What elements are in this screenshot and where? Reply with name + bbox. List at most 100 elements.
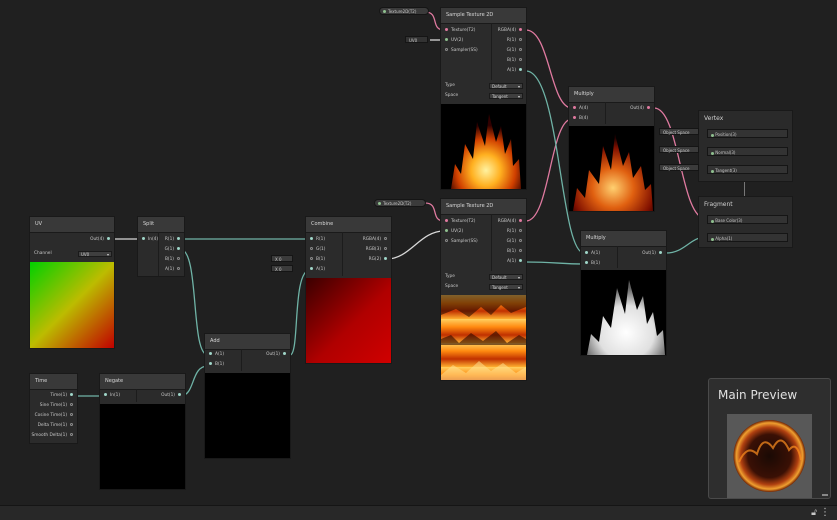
combine-in-r[interactable]: R(1) — [310, 236, 325, 244]
sample-texture-node-1[interactable]: Sample Texture 2D Texture(T2) UV(2) Samp… — [440, 7, 527, 190]
split-out-a[interactable]: A(1) — [165, 266, 180, 274]
main-preview-panel[interactable]: Main Preview — [708, 378, 831, 499]
port-dot[interactable] — [142, 237, 145, 240]
space-dropdown[interactable]: Tangent — [489, 93, 523, 100]
space-dropdown[interactable]: Tangent — [489, 284, 523, 291]
smooth-delta-out[interactable]: Smooth Delta(1) — [32, 432, 73, 440]
split-node[interactable]: Split In(4) R(1) G(1) B(1) A(1) — [137, 216, 185, 277]
sample-texture-node-2[interactable]: Sample Texture 2D Texture(T2) UV(2) Samp… — [440, 198, 527, 381]
fire-texture-preview — [441, 104, 526, 189]
space-label: Space — [445, 284, 459, 289]
multiply-out[interactable]: Out(4) — [630, 105, 650, 113]
multiply-node-2[interactable]: Multiply A(1) B(1) Out(1) — [580, 230, 667, 356]
combine-in-b[interactable]: B(1) — [310, 256, 325, 264]
combine-a-field[interactable]: X 0 — [271, 265, 293, 272]
tangent-space-chip[interactable]: Object Space — [659, 164, 699, 171]
time-out[interactable]: Time(1) — [50, 392, 73, 400]
multiply-in-b[interactable]: B(4) — [573, 115, 588, 123]
position-space-chip[interactable]: Object Space — [659, 128, 699, 135]
rgba-out[interactable]: RGBA(4) — [498, 27, 522, 35]
time-node[interactable]: Time Time(1) Sine Time(1) Cosine Time(1)… — [29, 373, 78, 444]
sine-time-out[interactable]: Sine Time(1) — [40, 402, 73, 410]
fire-tiled-image — [441, 295, 526, 380]
space-label: Space — [445, 93, 459, 98]
g-out[interactable]: G(1) — [507, 238, 522, 246]
r-out[interactable]: R(1) — [507, 228, 522, 236]
multiply-in-a[interactable]: A(1) — [585, 250, 600, 258]
normal-space-chip[interactable]: Object Space — [659, 146, 699, 153]
rgba-out[interactable]: RGBA(4) — [498, 218, 522, 226]
uv-in[interactable]: UV(2) — [445, 37, 463, 45]
texture-in[interactable]: Texture(T2) — [445, 27, 475, 35]
sampler-in[interactable]: Sampler(SS) — [445, 47, 478, 55]
lock-icon[interactable]: 🔓︎ — [811, 508, 817, 518]
fragment-context[interactable]: Fragment Base Color(3) Alpha(1) — [698, 196, 793, 248]
type-label: Type — [445, 274, 455, 279]
main-preview-viewport[interactable] — [727, 414, 812, 498]
b-out[interactable]: B(1) — [507, 57, 522, 65]
type-dropdown[interactable]: Default — [489, 83, 523, 90]
graph-canvas[interactable]: UV Out(4) Channel UV0 Split In(4) R(1) G… — [0, 0, 837, 505]
wire — [525, 29, 573, 109]
fire-tiled-preview — [441, 295, 526, 380]
more-options-icon[interactable]: ⋮ — [820, 507, 830, 518]
node-title: Add — [205, 334, 290, 350]
wire — [525, 118, 573, 222]
combine-in-a[interactable]: A(1) — [310, 266, 325, 274]
add-in-b[interactable]: B(1) — [209, 361, 224, 369]
texture-property-b[interactable]: Texture2D(T2) — [374, 199, 426, 207]
alpha-block[interactable]: Alpha(1) — [707, 233, 788, 242]
multiply-in-a[interactable]: A(4) — [573, 105, 588, 113]
vertex-tangent-block[interactable]: Tangent(3) — [707, 165, 788, 174]
texture-in[interactable]: Texture(T2) — [445, 218, 475, 226]
multiply-node-1[interactable]: Multiply A(4) B(4) Out(4) — [568, 86, 655, 212]
vertex-context[interactable]: Vertex Position(3) Normal(3) Tangent(3) — [698, 110, 793, 182]
a-out[interactable]: A(1) — [507, 258, 522, 266]
negate-in[interactable]: In(1) — [104, 392, 120, 400]
alpha-mask-image — [587, 280, 665, 355]
add-node[interactable]: Add A(1) B(1) Out(1) — [204, 333, 291, 459]
node-title: Time — [30, 374, 77, 390]
b-out[interactable]: B(1) — [507, 248, 522, 256]
sampler-in[interactable]: Sampler(SS) — [445, 238, 478, 246]
base-color-block[interactable]: Base Color(3) — [707, 215, 788, 224]
delta-time-out[interactable]: Delta Time(1) — [38, 422, 73, 430]
add-in-a[interactable]: A(1) — [209, 351, 224, 359]
port-dot[interactable] — [107, 237, 110, 240]
r-out[interactable]: R(1) — [507, 37, 522, 45]
vertex-normal-block[interactable]: Normal(3) — [707, 147, 788, 156]
channel-dropdown[interactable]: UV0 — [78, 251, 112, 258]
multiply-out[interactable]: Out(1) — [642, 250, 662, 258]
uv-out-port[interactable]: Out(4) — [90, 236, 110, 244]
vertex-position-block[interactable]: Position(3) — [707, 129, 788, 138]
negate-node[interactable]: Negate In(1) Out(1) — [99, 373, 186, 490]
multiply-in-b[interactable]: B(1) — [585, 260, 600, 268]
a-out[interactable]: A(1) — [507, 67, 522, 75]
uv-node[interactable]: UV Out(4) Channel UV0 — [29, 216, 115, 349]
combine-b-field[interactable]: X 0 — [271, 255, 293, 262]
combine-in-g[interactable]: G(1) — [310, 246, 325, 254]
alpha-mask-preview — [581, 270, 666, 355]
split-out-b[interactable]: B(1) — [165, 256, 180, 264]
combine-out-rgb[interactable]: RGB(3) — [366, 246, 387, 254]
split-out-r[interactable]: R(1) — [165, 236, 180, 244]
combine-out-rg[interactable]: RG(2) — [369, 256, 387, 264]
negate-out[interactable]: Out(1) — [161, 392, 181, 400]
uv-in[interactable]: UV(2) — [445, 228, 463, 236]
type-dropdown[interactable]: Default — [489, 274, 523, 281]
stack-connector — [744, 182, 745, 196]
g-out[interactable]: G(1) — [507, 47, 522, 55]
fragment-title: Fragment — [704, 201, 733, 208]
split-in-port[interactable]: In(4) — [142, 236, 158, 244]
combine-out-rgba[interactable]: RGBA(4) — [363, 236, 387, 244]
fire-image — [451, 114, 521, 189]
node-title: Sample Texture 2D — [441, 8, 526, 24]
uv-channel-field[interactable]: UV0 — [405, 36, 428, 43]
combine-node[interactable]: Combine R(1) G(1) B(1) A(1) RGBA(4) RGB(… — [305, 216, 392, 364]
cosine-time-out[interactable]: Cosine Time(1) — [35, 412, 73, 420]
add-out[interactable]: Out(1) — [266, 351, 286, 359]
resize-handle[interactable] — [822, 494, 828, 496]
split-out-g[interactable]: G(1) — [165, 246, 180, 254]
uv-preview — [30, 262, 114, 348]
texture-property-a[interactable]: Texture2D(T2) — [379, 7, 429, 15]
